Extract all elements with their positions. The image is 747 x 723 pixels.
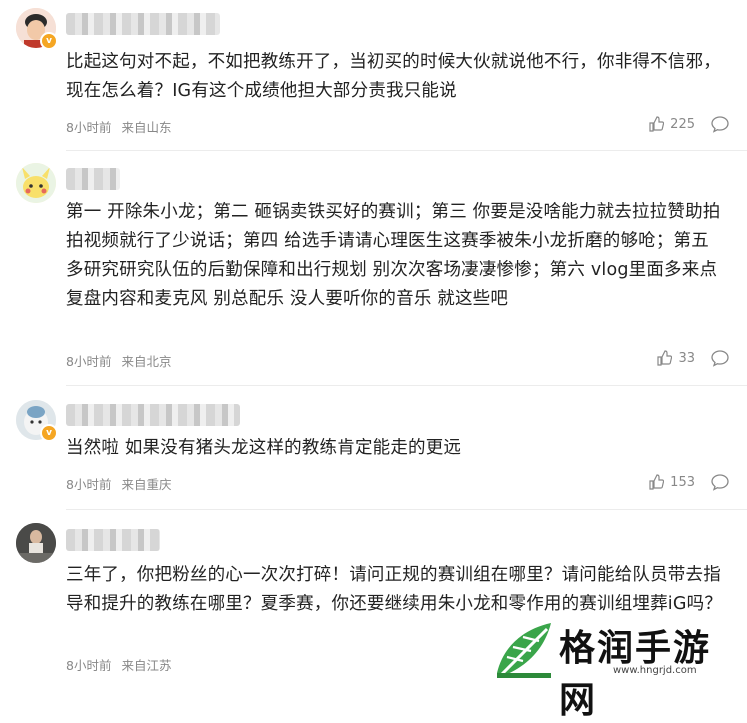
comment-source: 来自山东 <box>121 120 172 135</box>
divider <box>66 150 747 151</box>
comment-bubble-icon[interactable] <box>711 115 729 133</box>
username-blurred[interactable] <box>66 13 220 35</box>
avatar[interactable] <box>16 523 56 563</box>
like-count: 225 <box>670 116 695 132</box>
thumb-up-icon <box>657 350 673 366</box>
username-blurred[interactable] <box>66 168 120 190</box>
thumb-up-icon <box>649 474 665 490</box>
like-button[interactable]: 153 <box>648 474 695 490</box>
comment-source: 来自北京 <box>121 354 172 369</box>
comment-meta: 8小时前 来自江苏 <box>66 655 177 674</box>
avatar[interactable]: v <box>16 400 58 442</box>
comment-time: 8小时前 <box>66 477 112 492</box>
comment-time: 8小时前 <box>66 120 112 135</box>
thumb-up-icon <box>649 116 665 132</box>
username-blurred[interactable] <box>66 529 160 551</box>
comment-source: 来自重庆 <box>121 477 172 492</box>
verified-badge-icon: v <box>40 424 58 442</box>
like-count: 153 <box>670 474 695 490</box>
leaf-logo-icon <box>497 623 551 678</box>
username-blurred[interactable] <box>66 404 240 426</box>
comment-meta: 8小时前 来自重庆 <box>66 474 177 493</box>
comment-time: 8小时前 <box>66 658 112 673</box>
watermark-url: www.hngrjd.com <box>613 665 697 676</box>
comment-text: 当然啦 如果没有猪头龙这样的教练肯定能走的更远 <box>66 438 462 458</box>
comment-meta: 8小时前 来自北京 <box>66 351 177 370</box>
divider <box>66 385 747 386</box>
divider <box>66 509 747 510</box>
like-button[interactable]: 225 <box>648 116 695 132</box>
like-button[interactable]: 33 <box>656 350 695 366</box>
comment-text: 第一 开除朱小龙；第二 砸锅卖铁买好的赛训；第三 你要是没啥能力就去拉拉赞助拍拍… <box>66 202 721 309</box>
avatar[interactable]: v <box>16 8 58 50</box>
comment-text: 比起这句对不起，不如把教练开了，当初买的时候大伙就说他不行，你非得不信邪，现在怎… <box>66 52 721 101</box>
site-watermark: 格润手游网 www.hngrjd.com <box>489 613 741 721</box>
avatar[interactable] <box>16 163 56 203</box>
comment-bubble-icon[interactable] <box>711 473 729 491</box>
comment-meta: 8小时前 来自山东 <box>66 117 177 136</box>
comment-source: 来自江苏 <box>121 658 172 673</box>
comment-time: 8小时前 <box>66 354 112 369</box>
like-count: 33 <box>678 350 695 366</box>
comment-text: 三年了，你把粉丝的心一次次打碎！请问正规的赛训组在哪里？请问能给队员带去指导和提… <box>66 565 723 614</box>
comment-bubble-icon[interactable] <box>711 349 729 367</box>
verified-badge-icon: v <box>40 32 58 50</box>
